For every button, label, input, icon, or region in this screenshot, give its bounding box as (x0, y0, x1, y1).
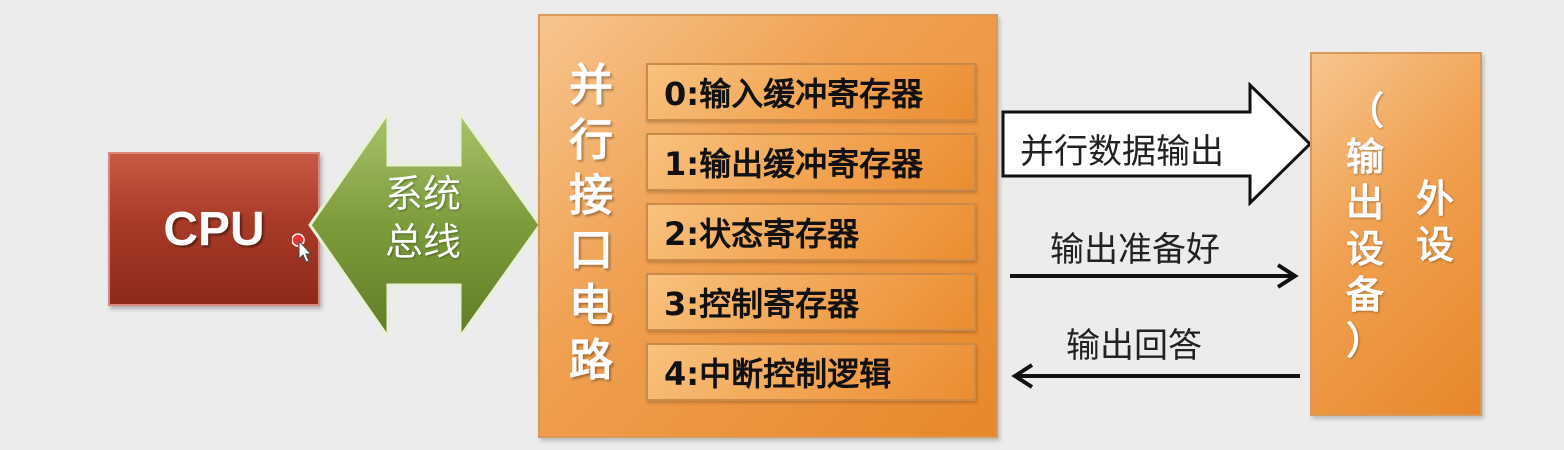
peripheral-char: 备 (1345, 273, 1384, 317)
title-char: 接 (569, 170, 613, 221)
peripheral-char: ） (1345, 319, 1384, 363)
title-char: 电 (569, 280, 613, 331)
title-char: 并 (569, 60, 613, 111)
title-char: 路 (569, 335, 613, 386)
output-ready-arrow (1010, 263, 1299, 289)
cpu-label: CPU (163, 202, 265, 256)
register-status: 2:状态寄存器 (646, 203, 976, 261)
system-bus-label-line1: 系统 (384, 172, 461, 216)
peripheral-char: 出 (1345, 181, 1384, 225)
peripheral-char: （ (1345, 89, 1384, 133)
register-control: 3:控制寄存器 (646, 273, 976, 331)
register-input-buffer: 0:输入缓冲寄存器 (646, 63, 976, 121)
peripheral-char: 设 (1345, 227, 1384, 271)
output-ack-label: 输出回答 (1066, 326, 1202, 366)
system-bus-label-line2: 总线 (384, 220, 461, 264)
peripheral-title: 外 设 (1410, 176, 1460, 268)
peripheral-char: 外 (1415, 177, 1454, 221)
system-bus-label: 系统 总线 (368, 170, 478, 266)
output-ack-arrow (1011, 363, 1300, 389)
register-interrupt-logic: 4:中断控制逻辑 (646, 343, 976, 401)
title-char: 行 (569, 115, 613, 166)
register-output-buffer: 1:输出缓冲寄存器 (646, 133, 976, 191)
parallel-interface-title: 并 行 接 口 电 路 (556, 58, 626, 388)
peripheral-subtitle: （ 输 出 设 备 ） (1340, 88, 1390, 364)
peripheral-char: 设 (1415, 223, 1454, 267)
title-char: 口 (569, 225, 613, 276)
data-output-label: 并行数据输出 (1020, 132, 1224, 172)
peripheral-char: 输 (1345, 135, 1384, 179)
